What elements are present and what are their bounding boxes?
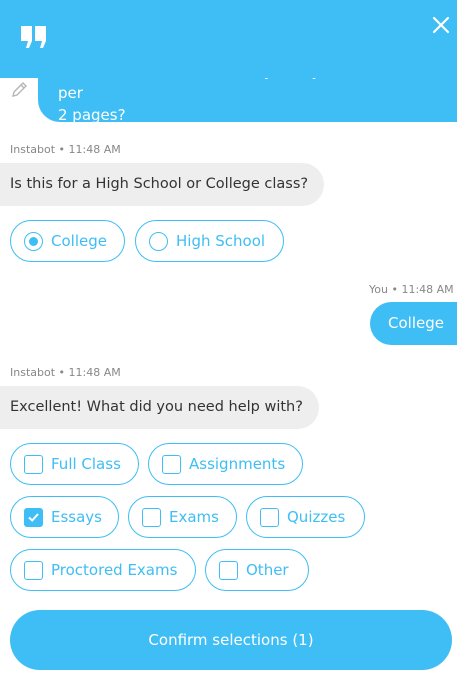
- checkbox-icon: [24, 454, 43, 474]
- option-high-school[interactable]: High School: [135, 220, 284, 262]
- checkbox-icon: [260, 507, 279, 527]
- checkbox-icon: [162, 454, 181, 474]
- bot-message-meta: Instabot • 11:48 AM: [10, 143, 121, 156]
- option-other[interactable]: Other: [205, 549, 309, 591]
- user-message: College: [370, 302, 457, 345]
- close-icon[interactable]: [430, 14, 452, 36]
- option-label: Proctored Exams: [51, 561, 178, 579]
- option-essays[interactable]: Essays: [10, 496, 119, 538]
- radio-unselected-icon: [149, 231, 168, 251]
- user-message-line2: 2 pages?: [58, 106, 126, 122]
- option-label: Essays: [51, 508, 102, 526]
- option-label: Other: [246, 561, 289, 579]
- option-label: Assignments: [189, 455, 286, 473]
- option-label: Quizzes: [287, 508, 346, 526]
- option-assignments[interactable]: Assignments: [148, 443, 303, 485]
- checkbox-icon: [24, 560, 43, 580]
- option-exams[interactable]: Exams: [128, 496, 237, 538]
- option-college[interactable]: College: [10, 220, 125, 262]
- option-label: Exams: [169, 508, 219, 526]
- checkmark-icon: [28, 512, 39, 522]
- bot-message-meta: Instabot • 11:48 AM: [10, 366, 121, 379]
- option-full-class[interactable]: Full Class: [10, 443, 139, 485]
- radio-selected-icon: [24, 231, 43, 251]
- checkbox-checked-icon: [24, 507, 43, 527]
- option-label: College: [51, 232, 107, 250]
- bot-message: Is this for a High School or College cla…: [0, 163, 325, 206]
- user-message-meta: You • 11:48 AM: [369, 283, 454, 296]
- option-quizzes[interactable]: Quizzes: [246, 496, 365, 538]
- bot-message: Excellent! What did you need help with?: [0, 386, 319, 429]
- quote-logo-icon: [21, 26, 46, 48]
- confirm-selections-button[interactable]: Confirm selections (1): [10, 610, 452, 670]
- checkbox-icon: [219, 560, 238, 580]
- chat-header: [0, 0, 457, 78]
- option-proctored-exams[interactable]: Proctored Exams: [10, 549, 196, 591]
- checkbox-icon: [142, 507, 161, 527]
- option-label: High School: [176, 232, 266, 250]
- option-label: Full Class: [51, 455, 121, 473]
- pencil-icon: [12, 82, 27, 97]
